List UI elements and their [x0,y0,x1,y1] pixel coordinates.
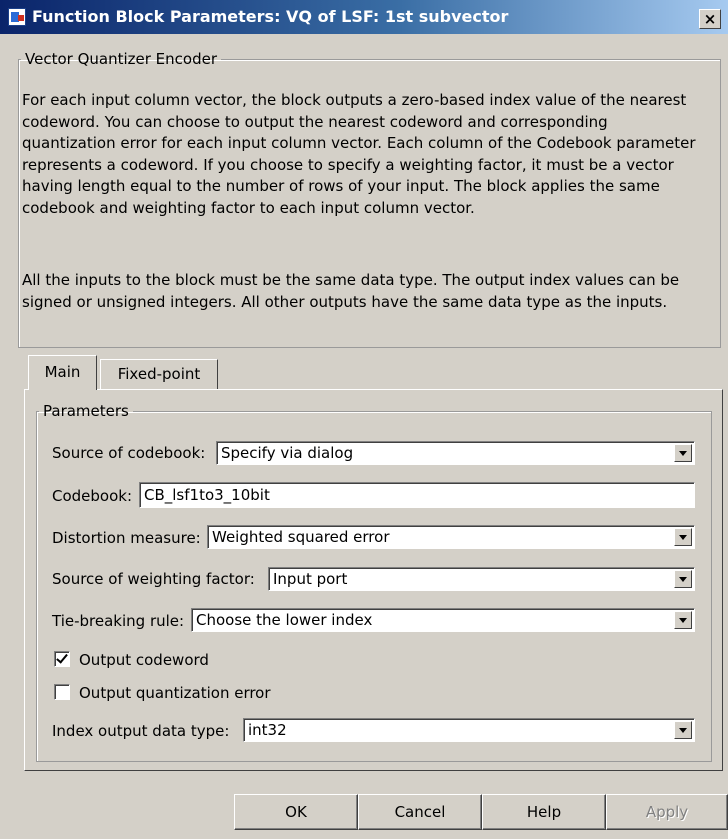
ok-button[interactable]: OK [234,794,358,830]
title-bar: Function Block Parameters: VQ of LSF: 1s… [0,0,728,34]
description-paragraph-2: All the inputs to the block must be the … [22,271,680,311]
distortion-measure-dropdown[interactable]: Weighted squared error [207,525,695,549]
tab-fixed-point[interactable]: Fixed-point [100,359,218,389]
output-quantization-error-checkbox[interactable] [54,684,70,700]
chevron-down-icon[interactable] [674,444,692,462]
output-quantization-error-label: Output quantization error [79,684,271,702]
weighting-source-dropdown[interactable]: Input port [268,567,695,591]
description-paragraph-1: For each input column vector, the block … [22,91,696,217]
chevron-down-icon[interactable] [674,528,692,546]
output-codeword-label: Output codeword [79,651,209,669]
index-dtype-dropdown[interactable]: int32 [243,718,695,742]
window-title: Function Block Parameters: VQ of LSF: 1s… [32,7,509,26]
chevron-down-icon[interactable] [674,570,692,588]
cancel-button[interactable]: Cancel [358,794,482,830]
close-button[interactable]: × [699,9,721,29]
parameters-group-title: Parameters [43,402,129,420]
distortion-measure-value: Weighted squared error [212,528,390,546]
chevron-down-icon[interactable] [674,721,692,739]
chevron-down-icon[interactable] [674,611,692,629]
distortion-measure-label: Distortion measure: [52,529,201,547]
simulink-block-icon [8,8,26,26]
output-codeword-checkbox[interactable] [54,651,70,667]
codebook-input[interactable]: CB_lsf1to3_10bit [139,482,695,508]
tie-breaking-dropdown[interactable]: Choose the lower index [191,608,695,632]
codebook-label: Codebook: [52,487,133,505]
help-button[interactable]: Help [482,794,606,830]
tie-breaking-label: Tie-breaking rule: [52,612,185,630]
index-dtype-value: int32 [248,721,287,739]
source-codebook-dropdown[interactable]: Specify via dialog [216,441,695,465]
weighting-source-value: Input port [273,570,348,588]
source-codebook-value: Specify via dialog [221,444,354,462]
description-group-title: Vector Quantizer Encoder [25,50,217,68]
tie-breaking-value: Choose the lower index [196,611,373,629]
weighting-source-label: Source of weighting factor: [52,570,255,588]
apply-button[interactable]: Apply [606,794,728,830]
index-dtype-label: Index output data type: [52,722,230,740]
tab-main[interactable]: Main [28,355,97,390]
source-codebook-label: Source of codebook: [52,444,206,462]
